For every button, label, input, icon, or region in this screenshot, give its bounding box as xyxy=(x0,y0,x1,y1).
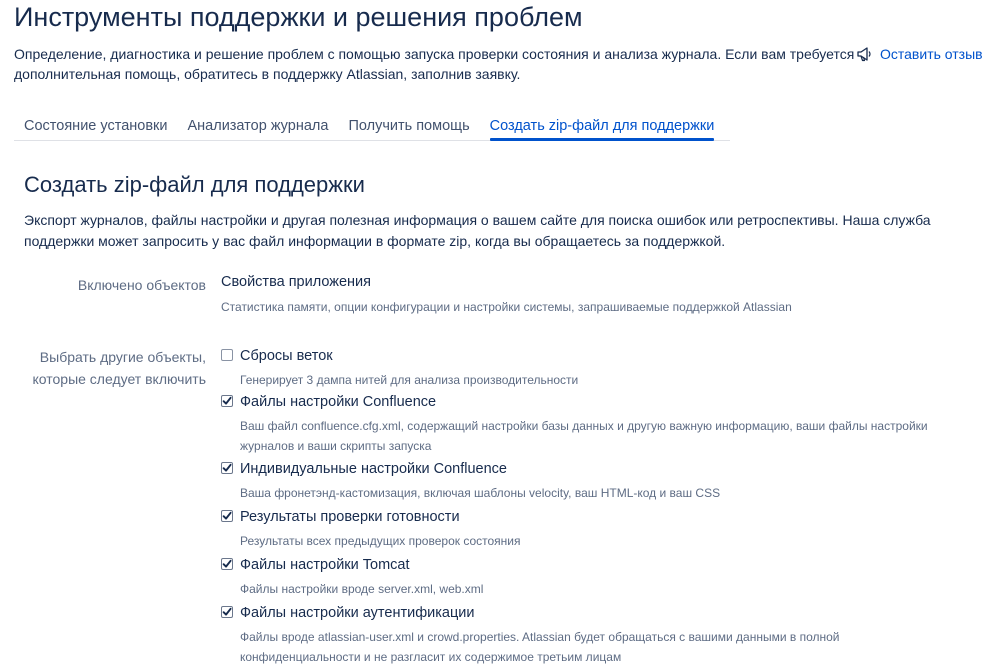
support-zip-page: Инструменты поддержки и решения проблем … xyxy=(0,0,999,667)
included-item-desc: Статистика памяти, опции конфигурации и … xyxy=(221,300,792,314)
option-desc: Генерирует 3 дампа нитей для анализа про… xyxy=(240,370,981,390)
option-label[interactable]: Файлы настройки аутентификации xyxy=(240,603,981,623)
option-label[interactable]: Результаты проверки готовности xyxy=(240,507,981,527)
option-desc-line: Генерирует 3 дампа нитей для анализа про… xyxy=(240,373,579,387)
option-tomcat-config: Файлы настройки Tomcat Файлы настройки в… xyxy=(221,555,981,603)
option-auth-config: Файлы настройки аутентификации Файлы вро… xyxy=(221,603,981,667)
tab-log-analyzer[interactable]: Анализатор журнала xyxy=(177,112,338,140)
option-thread-dumps: Сбросы веток Генерирует 3 дампа нитей дл… xyxy=(221,346,981,392)
option-label[interactable]: Сбросы веток xyxy=(240,346,981,366)
option-label[interactable]: Индивидуальные настройки Confluence xyxy=(240,459,981,479)
checkbox-thread-dumps[interactable] xyxy=(221,349,233,361)
option-health-check-results: Результаты проверки готовности Результат… xyxy=(221,507,981,555)
checkmark-icon xyxy=(222,463,232,472)
option-desc-line: Ваша фронетэнд-кастомизация, включая шаб… xyxy=(240,486,721,500)
section-title: Создать zip-файл для поддержки xyxy=(24,172,365,197)
checkbox-health-check-results[interactable] xyxy=(221,510,233,522)
checkmark-icon xyxy=(222,511,232,520)
option-desc: Ваша фронетэнд-кастомизация, включая шаб… xyxy=(240,483,981,503)
option-label[interactable]: Файлы настройки Confluence xyxy=(240,392,981,412)
option-label[interactable]: Файлы настройки Tomcat xyxy=(240,555,981,575)
tab-bar: Состояние установки Анализатор журнала П… xyxy=(14,112,730,141)
other-items-list: Сбросы веток Генерирует 3 дампа нитей дл… xyxy=(221,346,981,667)
option-desc-line: Файлы вроде atlassian-user.xml и crowd.p… xyxy=(240,630,840,644)
checkmark-icon xyxy=(222,559,232,568)
included-item-title: Свойства приложения xyxy=(221,274,371,290)
feedback-link-container[interactable]: Оставить отзыв xyxy=(856,44,983,64)
tab-create-support-zip[interactable]: Создать zip-файл для поддержки xyxy=(480,112,725,141)
intro-text-1: Определение, диагностика и решение пробл… xyxy=(14,46,855,62)
option-desc-line: Файлы настройки вроде server.xml, web.xm… xyxy=(240,582,484,596)
option-desc: Файлы настройки вроде server.xml, web.xm… xyxy=(240,579,981,599)
tab-install-status[interactable]: Состояние установки xyxy=(14,112,177,140)
section-desc-line-2: поддержки может запросить у вас файл инф… xyxy=(24,233,726,249)
page-intro: Определение, диагностика и решение пробл… xyxy=(14,44,994,84)
other-items-label: Выбрать другие объекты, которые следует … xyxy=(32,346,206,390)
intro-line-1: Определение, диагностика и решение пробл… xyxy=(14,44,994,64)
option-desc: Файлы вроде atlassian-user.xml и crowd.p… xyxy=(240,627,981,667)
option-desc-line: Результаты всех предыдущих проверок сост… xyxy=(240,534,521,548)
option-desc-line: конфиденциальности и не разгласит их сод… xyxy=(240,650,622,664)
page-title: Инструменты поддержки и решения проблем xyxy=(14,2,583,32)
checkbox-auth-config[interactable] xyxy=(221,606,233,618)
checkbox-tomcat-config[interactable] xyxy=(221,558,233,570)
checkbox-confluence-config[interactable] xyxy=(221,395,233,407)
tab-get-help[interactable]: Получить помощь xyxy=(338,112,479,140)
section-description: Экспорт журналов, файлы настройки и друг… xyxy=(24,210,984,252)
other-items-label-line-2: которые следует включить xyxy=(32,371,206,387)
included-items-label: Включено объектов xyxy=(77,277,206,293)
checkmark-icon xyxy=(222,607,232,616)
option-desc-line: Ваш файл confluence.cfg.xml, содержащий … xyxy=(240,419,928,433)
option-confluence-config: Файлы настройки Confluence Ваш файл conf… xyxy=(221,392,981,459)
other-items-label-line-1: Выбрать другие объекты, xyxy=(39,349,206,365)
checkbox-confluence-customizations[interactable] xyxy=(221,462,233,474)
checkmark-icon xyxy=(222,396,232,405)
section-desc-line-1: Экспорт журналов, файлы настройки и друг… xyxy=(24,212,931,228)
option-desc-line: журналов и ваши скрипты запуска xyxy=(240,439,432,453)
megaphone-icon xyxy=(857,47,871,62)
feedback-link[interactable]: Оставить отзыв xyxy=(880,44,983,64)
option-desc: Результаты всех предыдущих проверок сост… xyxy=(240,531,981,551)
option-confluence-customizations: Индивидуальные настройки Confluence Ваша… xyxy=(221,459,981,507)
option-desc: Ваш файл confluence.cfg.xml, содержащий … xyxy=(240,416,981,456)
intro-text-2: дополнительная помощь, обратитесь в подд… xyxy=(14,66,521,82)
